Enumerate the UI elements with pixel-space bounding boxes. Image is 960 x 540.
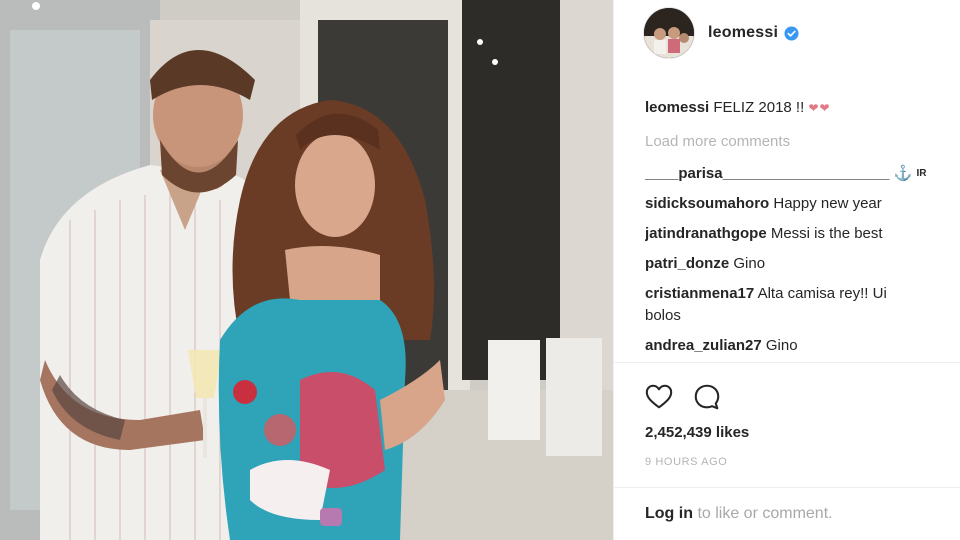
login-link[interactable]: Log in <box>645 505 693 522</box>
comment-bubble-icon[interactable] <box>692 382 722 412</box>
comment-text: Happy new year <box>773 195 882 212</box>
post-side-panel: leomessi leomessi FELIZ 2018 !! ❤❤ Load … <box>613 0 960 540</box>
caption-text: FELIZ 2018 !! <box>713 99 805 116</box>
comment-item: sidicksoumahoro Happy new year <box>645 194 960 214</box>
comment-username[interactable]: jatindranathgope <box>645 225 767 242</box>
comment-continuation: bolos <box>645 306 960 326</box>
login-prompt: Log in to like or comment. <box>645 505 833 523</box>
emoji-icon: ⚓ <box>893 165 913 182</box>
load-more-comments-button[interactable]: Load more comments <box>645 132 790 152</box>
comment-username[interactable]: cristianmena17 <box>645 285 754 302</box>
comment-username[interactable]: patri_donze <box>645 255 729 272</box>
caption-emoji: ❤❤ <box>808 101 831 115</box>
post-photo[interactable] <box>0 0 613 540</box>
comment-text: Alta camisa rey!! Ui <box>757 285 887 302</box>
caption-username[interactable]: leomessi <box>645 99 709 116</box>
likes-count[interactable]: 2,452,439 likes <box>645 424 749 441</box>
post-actions <box>644 382 722 412</box>
comment-text: Gino <box>733 255 766 272</box>
divider <box>614 487 960 488</box>
login-prompt-text: to like or comment. <box>697 505 833 522</box>
heart-icon[interactable] <box>644 382 674 412</box>
comment-username[interactable]: ____parisa____________________ <box>645 165 889 182</box>
comment-item: andrea_zulian27 Gino <box>645 336 960 356</box>
comment-item: cristianmena17 Alta camisa rey!! Ui <box>645 284 960 304</box>
comment-text: Messi is the best <box>770 225 883 242</box>
avatar-image <box>644 8 694 58</box>
post-photo-illustration <box>0 0 613 540</box>
comment-text: Gino <box>765 337 798 354</box>
comment-username[interactable]: sidicksoumahoro <box>645 195 769 212</box>
comment-emoji-text: IR <box>916 168 927 180</box>
comment-text: bolos <box>645 307 681 324</box>
header-username[interactable]: leomessi <box>708 24 778 42</box>
comment-item: ____parisa____________________ ⚓ IR <box>645 164 960 184</box>
divider <box>614 362 960 363</box>
verified-badge-icon <box>784 25 799 41</box>
post-timestamp: 9 HOURS AGO <box>645 456 728 468</box>
post-header: leomessi <box>644 8 799 58</box>
comment-item: jatindranathgope Messi is the best <box>645 224 960 244</box>
avatar[interactable] <box>644 8 694 58</box>
caption: leomessi FELIZ 2018 !! ❤❤ <box>645 98 831 118</box>
comment-item: patri_donze Gino <box>645 254 960 274</box>
comment-username[interactable]: andrea_zulian27 <box>645 337 762 354</box>
